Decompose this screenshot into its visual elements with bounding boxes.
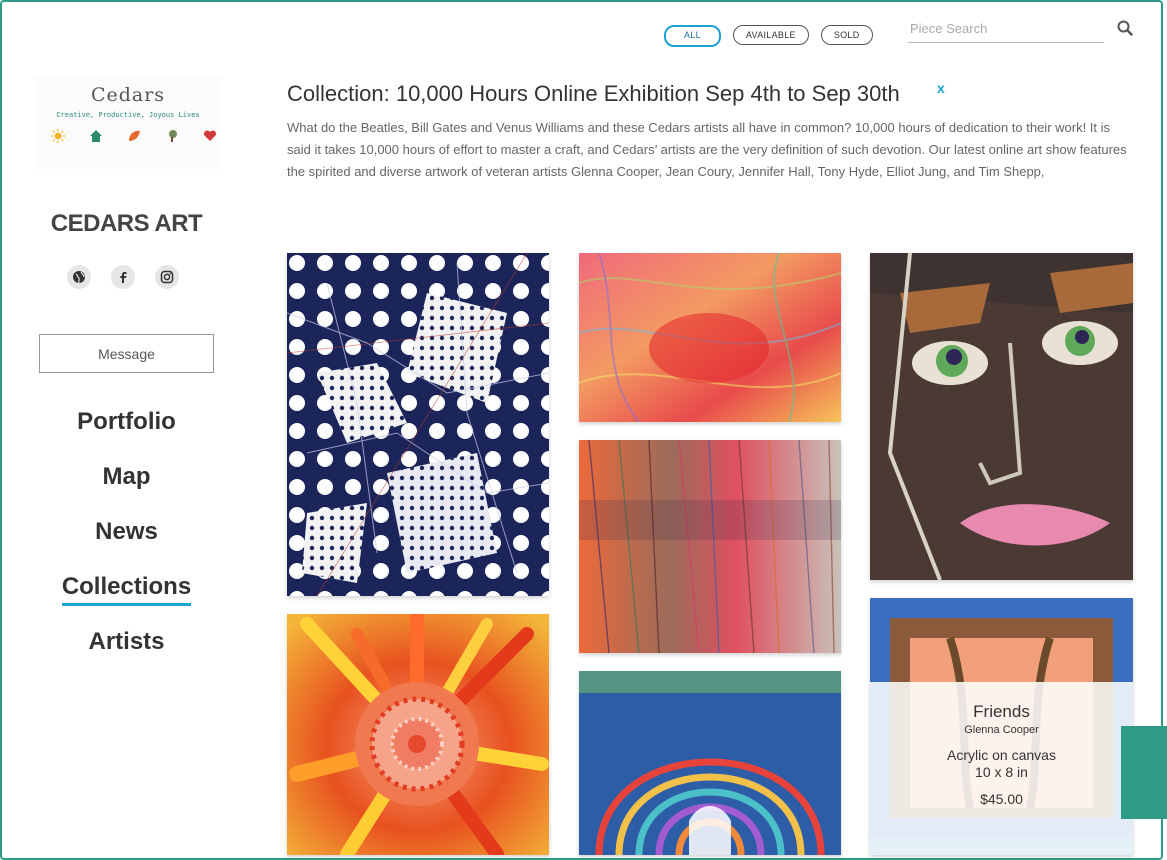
filter-available-button[interactable]: AVAILABLE [732,25,809,45]
artwork-image [287,253,549,596]
website-link[interactable] [67,265,91,289]
side-tab-button[interactable] [1121,726,1167,819]
house-icon [90,130,102,142]
nav-item-label: Collections [61,571,192,606]
nav-item-portfolio[interactable]: Portfolio [0,403,253,458]
facebook-icon [120,272,127,283]
sun-icon [51,129,65,143]
artwork-card[interactable] [870,253,1133,580]
artwork-info-overlay: Friends Glenna Cooper Acrylic on canvas … [870,682,1133,855]
artwork-card[interactable] [579,253,841,422]
artwork-medium: Acrylic on canvas [947,747,1056,763]
piece-search [908,20,1104,43]
artwork-card[interactable] [287,614,549,855]
instagram-icon [160,270,174,284]
nav-item-artists[interactable]: Artists [0,623,253,678]
globe-icon [73,271,85,284]
instagram-link[interactable] [155,265,179,289]
leaf-icon [129,130,140,141]
collection-title: Collection: 10,000 Hours Online Exhibiti… [287,81,900,106]
social-links [67,265,179,289]
main-nav: Portfolio Map News Collections Artists [0,403,253,678]
artwork-image [870,253,1133,580]
piece-search-input[interactable] [908,20,1102,37]
artwork-image [579,440,841,653]
logo-icons [51,129,217,143]
collection-description: What do the Beatles, Bill Gates and Venu… [287,120,1127,179]
artwork-card[interactable] [579,440,841,653]
nav-item-map[interactable]: Map [0,458,253,513]
artwork-card[interactable] [287,253,549,596]
search-icon[interactable] [1117,20,1133,36]
close-collection-button[interactable]: x [937,80,945,96]
cedars-logo[interactable]: Cedars Creative, Productive, Joyous Live… [35,77,221,169]
artwork-image [579,253,841,422]
logo-title: Cedars [90,84,166,106]
nav-item-collections[interactable]: Collections [0,568,253,623]
filter-sold-button[interactable]: SOLD [820,25,873,45]
artwork-size: 10 x 8 in [975,764,1028,780]
artwork-title: Friends [973,702,1030,721]
nav-item-label: News [95,518,158,545]
artwork-card[interactable] [579,671,841,855]
artwork-image [579,671,841,855]
artwork-card[interactable]: Friends Glenna Cooper Acrylic on canvas … [870,598,1133,855]
nav-item-news[interactable]: News [0,513,253,568]
tree-icon [169,130,177,142]
nav-item-label: Artists [88,628,165,655]
facebook-link[interactable] [111,265,135,289]
site-brand[interactable]: CEDARS ART [0,210,253,238]
availability-filters: ALL AVAILABLE SOLD [664,25,873,47]
artwork-artist: Glenna Cooper [964,724,1039,736]
logo-tagline: Creative, Productive, Joyous Lives [56,111,200,119]
message-button[interactable]: Message [39,334,214,373]
nav-item-label: Map [102,463,151,490]
nav-item-label: Portfolio [77,408,176,435]
filter-all-button[interactable]: ALL [664,25,721,47]
artwork-price: $45.00 [980,791,1023,807]
heart-icon [203,130,217,141]
artwork-image [287,614,549,855]
